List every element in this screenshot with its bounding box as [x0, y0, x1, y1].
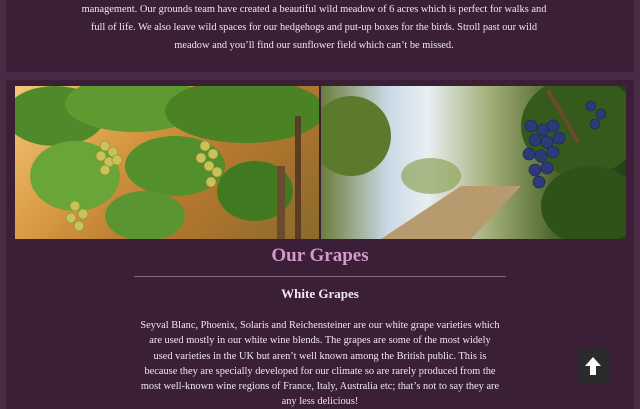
meadow-description: management. Our grounds team have create… — [81, 4, 547, 52]
white-grapes-image — [15, 86, 319, 239]
white-grapes-heading: White Grapes — [281, 286, 359, 301]
title-divider — [134, 276, 506, 277]
arrow-up-icon — [585, 357, 601, 375]
page: management. Our grounds team have create… — [0, 0, 640, 409]
scroll-to-top-button[interactable] — [577, 348, 609, 384]
white-grapes-description: Seyval Blanc, Phoenix, Solaris and Reich… — [140, 320, 500, 408]
vineyard-image — [321, 86, 626, 239]
white-grapes-illustration — [15, 86, 319, 239]
red-grapes-illustration — [321, 86, 626, 239]
grapes-title: Our Grapes — [271, 245, 369, 266]
